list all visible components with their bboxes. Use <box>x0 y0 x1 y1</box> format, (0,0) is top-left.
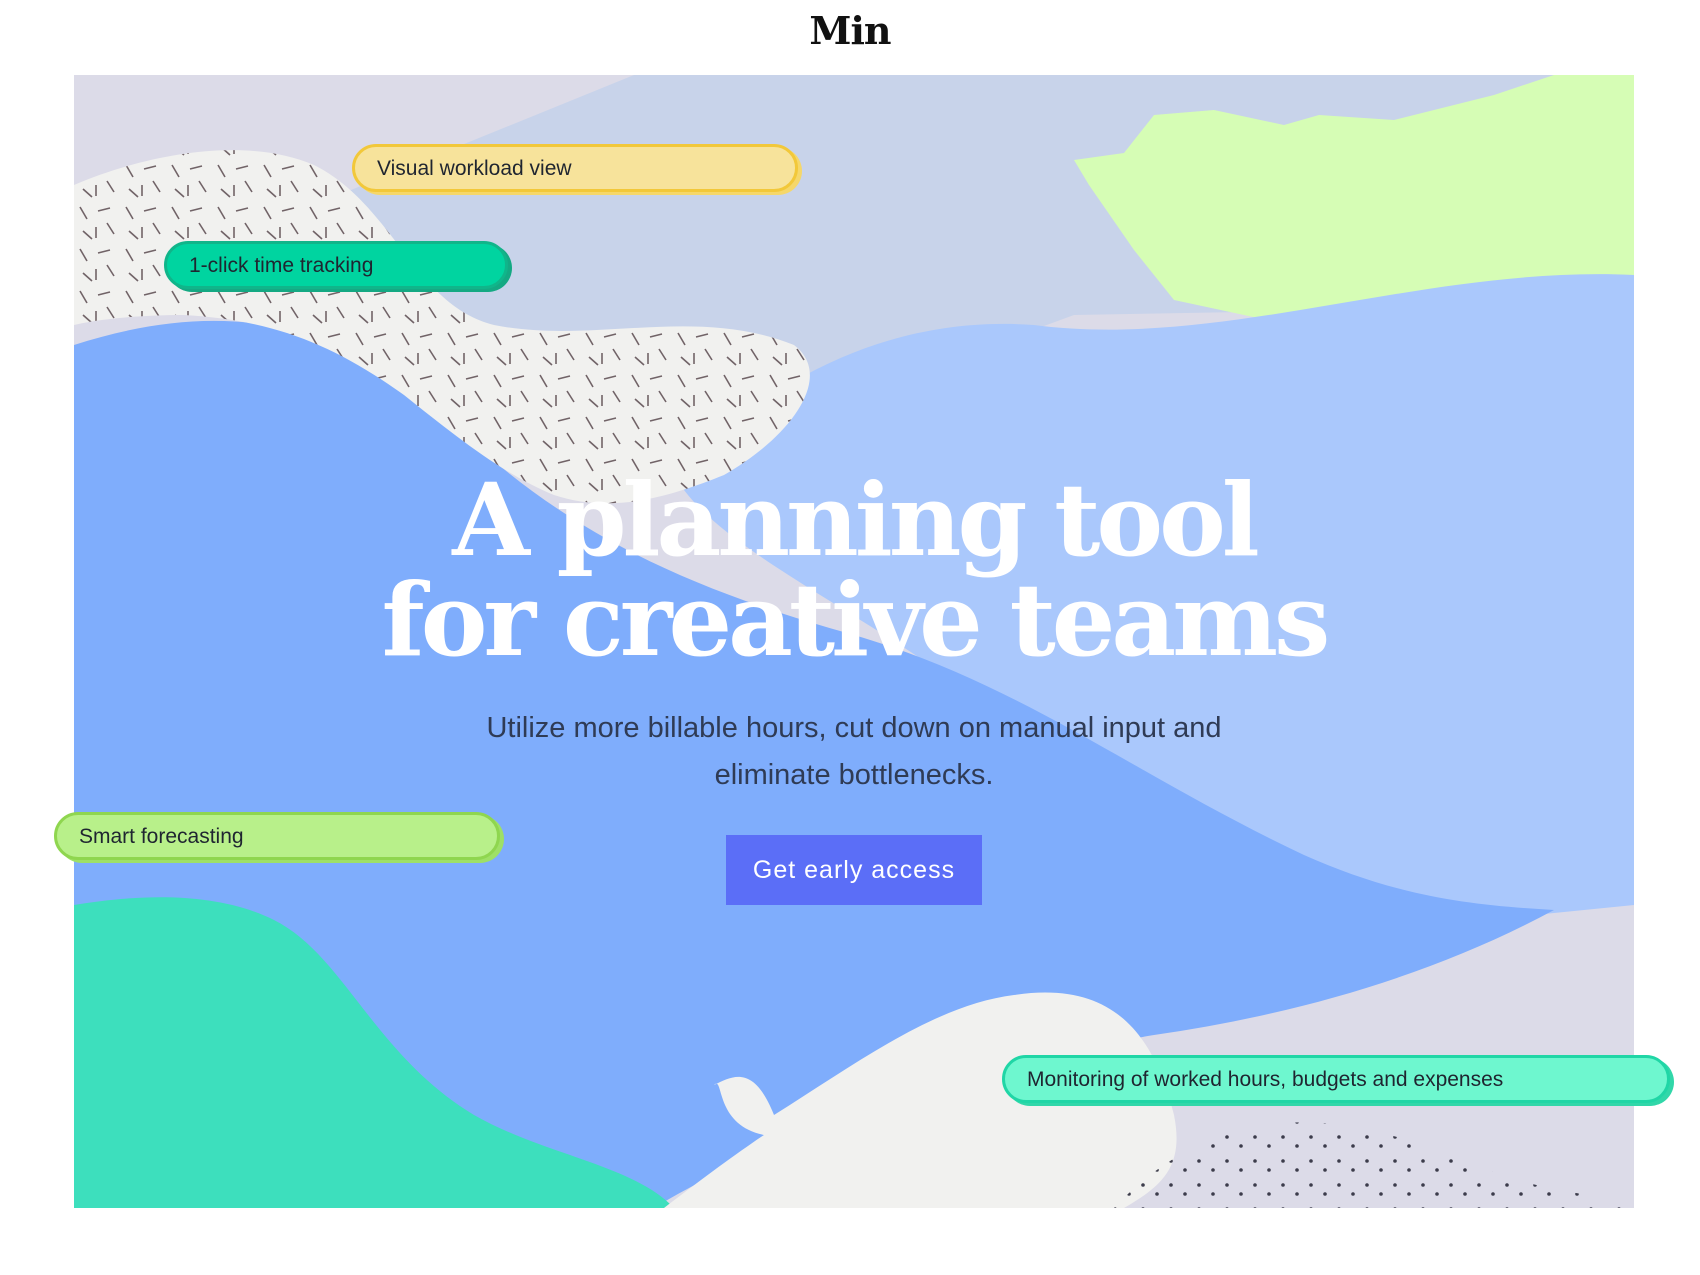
feature-pill-visual-workload[interactable]: Visual workload view <box>352 144 798 192</box>
hero-subtitle: Utilize more billable hours, cut down on… <box>486 712 1222 791</box>
get-early-access-button[interactable]: Get early access <box>726 835 982 905</box>
feature-pill-monitoring[interactable]: Monitoring of worked hours, budgets and … <box>1002 1055 1670 1103</box>
headline-line-2: for creative teams <box>381 561 1331 679</box>
headline-line-1: A planning tool <box>452 461 1260 579</box>
hero-headline: A planning tool for creative teams <box>74 470 1634 670</box>
feature-pill-smart-forecasting[interactable]: Smart forecasting <box>54 812 500 860</box>
page: Min A planning tool for creative teams U… <box>0 0 1700 1275</box>
min-logo[interactable]: Min <box>0 8 1700 53</box>
feature-pill-time-tracking[interactable]: 1-click time tracking <box>164 241 508 289</box>
